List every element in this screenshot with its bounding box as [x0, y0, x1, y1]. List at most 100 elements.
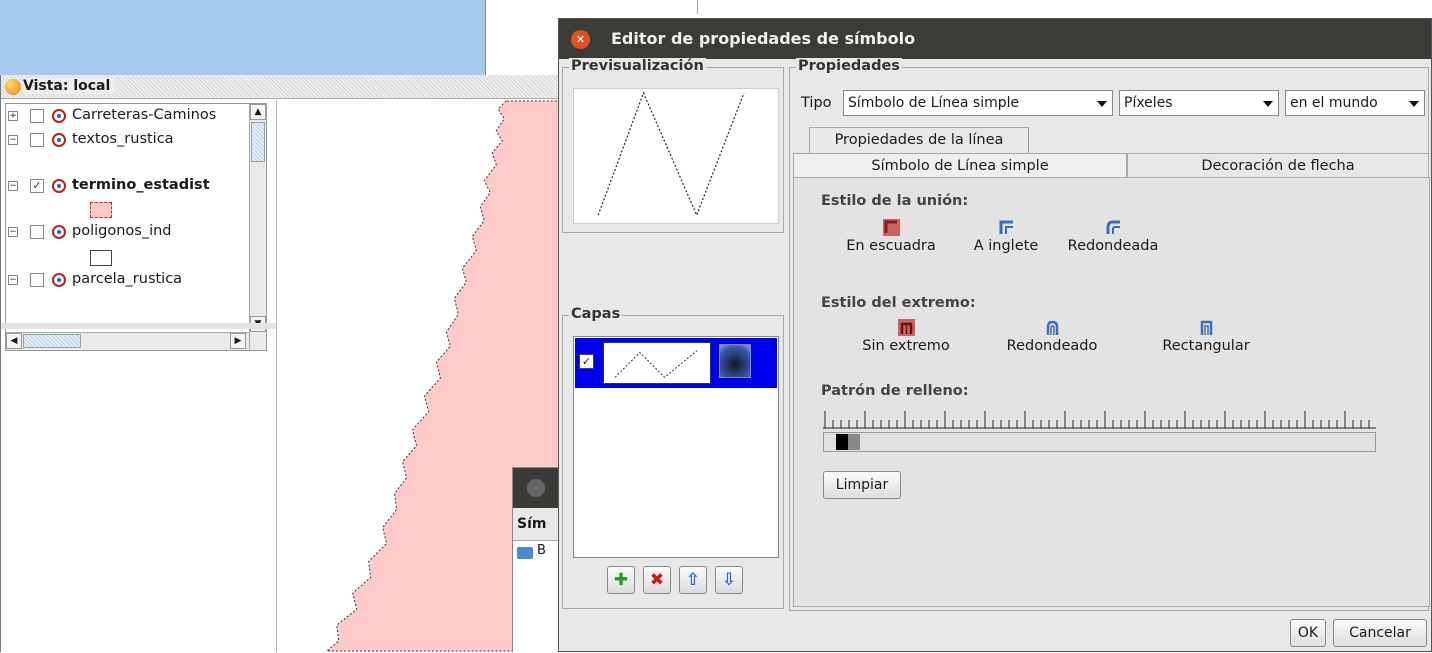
button-label: Cancelar [1349, 625, 1411, 641]
cap-square-option[interactable]: Rectangular [1149, 319, 1263, 354]
cap-butt-icon [897, 319, 915, 336]
toc-layer-label: poligonos_ind [72, 223, 172, 239]
cap-round-option[interactable]: Redondeado [995, 319, 1109, 354]
cancel-button[interactable]: Cancelar [1333, 619, 1427, 647]
option-label: Redondeada [1067, 238, 1159, 254]
legend-swatch-poligonos [90, 250, 112, 266]
layer-icon [52, 109, 66, 123]
table-of-contents[interactable]: + Carreteras-Caminos − textos_rustica − … [5, 103, 267, 351]
catalog-title: Sím [517, 516, 547, 532]
toc-vertical-scrollbar[interactable]: ▲ ▼ [249, 104, 266, 350]
option-label: En escuadra [846, 238, 936, 254]
layer-visibility-checkbox[interactable] [30, 133, 44, 147]
option-label: A inglete [973, 238, 1039, 254]
add-icon: ✚ [613, 570, 629, 590]
move-layer-down-button[interactable]: ⇩ [715, 566, 743, 594]
tab-label: Propiedades de la línea [834, 132, 1004, 148]
type-label: Tipo [801, 95, 832, 111]
tab-simple-line-symbol[interactable]: Símbolo de Línea simple [793, 153, 1127, 179]
symbol-type-select[interactable]: Símbolo de Línea simple [843, 90, 1113, 116]
symbol-type-value: Símbolo de Línea simple [848, 95, 1020, 111]
symbol-editor-dialog: ✕ Editor de propiedades de símbolo Previ… [558, 18, 1432, 652]
down-arrow-icon: ⇩ [721, 570, 737, 590]
add-layer-button[interactable]: ✚ [607, 566, 635, 594]
collapse-icon[interactable]: − [8, 275, 18, 285]
join-round-option[interactable]: Redondeada [1057, 219, 1169, 254]
properties-label: Propiedades [796, 58, 902, 74]
layer-visibility-checkbox[interactable] [30, 225, 44, 239]
expand-icon[interactable]: + [8, 111, 18, 121]
symbol-preview [573, 88, 779, 224]
remove-icon: ✖ [649, 570, 665, 590]
toc-horizontal-scrollbar[interactable]: ◀ ▶ [6, 332, 249, 350]
button-label: OK [1297, 625, 1319, 641]
folder-icon [517, 547, 533, 559]
join-style-label: Estilo de la unión: [821, 193, 969, 209]
catalog-tree-item[interactable]: B [537, 543, 546, 558]
pattern-gap-segment[interactable] [848, 434, 860, 450]
cap-round-icon [1046, 320, 1058, 335]
reference-value: en el mundo [1290, 95, 1378, 111]
option-label: Redondeado [1006, 338, 1098, 354]
toc-layer-label: Carreteras-Caminos [72, 107, 217, 123]
join-miter-option[interactable]: A inglete [961, 219, 1051, 254]
option-label: Rectangular [1162, 338, 1250, 354]
pattern-ruler [823, 411, 1376, 429]
preview-label: Previsualización [569, 58, 706, 74]
layer-thumb-line [614, 350, 698, 378]
view-title-bar[interactable]: Vista: local [1, 75, 561, 99]
option-label: Sin extremo [862, 338, 950, 354]
button-label: Limpiar [835, 477, 889, 493]
toc-layer-label: termino_estadist [72, 177, 210, 193]
layer-visibility-checkbox[interactable] [30, 109, 44, 123]
pattern-dash-segment[interactable] [836, 434, 848, 450]
tab-label: Decoración de flecha [1201, 158, 1355, 174]
ok-button[interactable]: OK [1290, 619, 1326, 647]
fill-pattern-label: Patrón de relleno: [821, 383, 969, 399]
scroll-left-icon[interactable]: ◀ [6, 333, 22, 349]
move-layer-up-button[interactable]: ⇧ [679, 566, 707, 594]
scroll-up-icon[interactable]: ▲ [250, 104, 266, 120]
layer-visibility-checkbox[interactable]: ✓ [30, 179, 44, 193]
close-icon[interactable] [527, 479, 545, 497]
layers-group: Capas ✓ ✚ ✖ ⇧ ⇩ [562, 306, 784, 609]
layer-icon [52, 179, 66, 193]
collapse-icon[interactable]: − [8, 135, 18, 145]
scroll-thumb[interactable] [251, 122, 265, 162]
layer-row[interactable]: ✓ [575, 338, 777, 388]
toc-layer-label: parcela_rustica [72, 271, 183, 287]
collapse-icon[interactable]: − [8, 227, 18, 237]
units-select[interactable]: Píxeles [1119, 90, 1279, 116]
remove-layer-button[interactable]: ✖ [643, 566, 671, 594]
close-icon[interactable]: ✕ [571, 30, 590, 49]
dialog-title: Editor de propiedades de símbolo [611, 29, 916, 48]
layer-visibility-checkbox[interactable] [30, 273, 44, 287]
reference-system-select[interactable]: en el mundo [1285, 90, 1425, 116]
fill-pattern-editor[interactable] [823, 432, 1376, 452]
preview-line [597, 91, 745, 217]
tab-line-properties[interactable]: Propiedades de la línea [809, 127, 1029, 153]
tab-label: Símbolo de Línea simple [871, 158, 1049, 174]
layers-label: Capas [569, 306, 623, 322]
preview-group: Previsualización [562, 58, 784, 233]
layers-list[interactable]: ✓ [573, 336, 779, 558]
cap-square-icon [1200, 320, 1212, 335]
lock-icon[interactable] [719, 344, 751, 378]
toc-bottom-gap [1, 323, 277, 329]
dialog-title-bar[interactable]: ✕ Editor de propiedades de símbolo [559, 19, 1431, 59]
tab-arrow-decoration[interactable]: Decoración de flecha [1127, 153, 1429, 179]
up-arrow-icon: ⇧ [685, 570, 701, 590]
background-map-pane [0, 0, 486, 75]
clear-pattern-button[interactable]: Limpiar [823, 471, 901, 499]
join-miter-icon [999, 220, 1013, 234]
layer-enabled-checkbox[interactable]: ✓ [579, 354, 594, 369]
join-miter-square-option[interactable]: En escuadra [835, 219, 947, 254]
scroll-right-icon[interactable]: ▶ [230, 333, 246, 349]
cap-none-option[interactable]: Sin extremo [855, 319, 957, 354]
chevron-down-icon [1097, 101, 1107, 107]
collapse-icon[interactable]: − [8, 181, 18, 191]
legend-swatch-termino [90, 202, 112, 218]
view-title: Vista: local [23, 78, 115, 94]
scroll-thumb[interactable] [23, 334, 81, 348]
join-square-icon [882, 219, 900, 236]
